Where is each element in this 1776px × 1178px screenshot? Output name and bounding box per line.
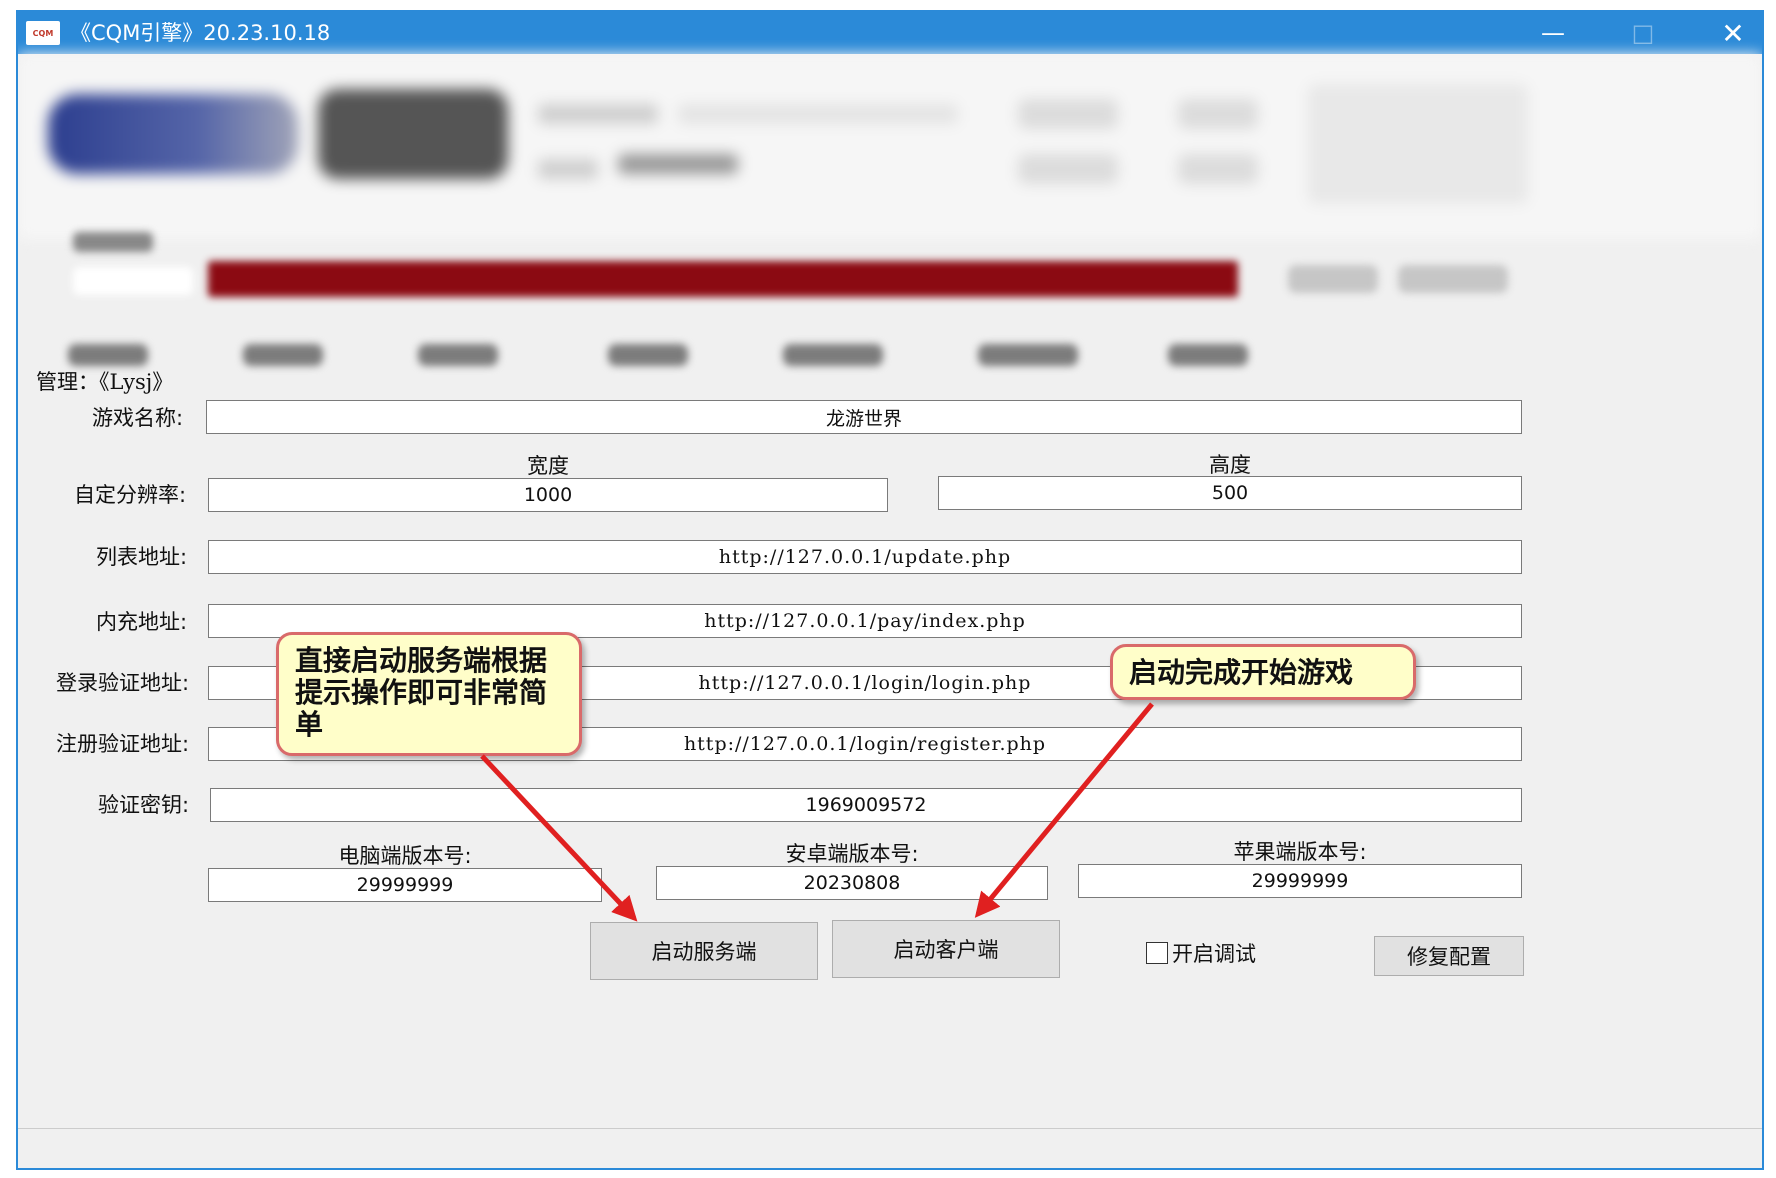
list-url-field[interactable]: http://127.0.0.1/update.php [208,540,1522,574]
debug-toggle[interactable]: 开启调试 [1146,938,1256,968]
game-name-label: 游戏名称: [92,406,184,430]
login-url-label: 登录验证地址: [56,671,190,695]
blurred-tab [68,344,148,366]
blurred-button [1398,265,1508,293]
game-name-field[interactable]: 龙游世界 [206,400,1522,434]
ios-version-field[interactable]: 29999999 [1078,864,1522,898]
blurred-button [1178,154,1258,184]
blurred-tab [418,344,498,366]
blurred-text [538,159,598,179]
ios-version-label: 苹果端版本号: [1233,840,1367,864]
start-server-button[interactable]: 启动服务端 [590,922,818,980]
blurred-field [618,154,738,174]
verify-key-label: 验证密钥: [98,793,190,817]
manager-label: 管理：《Lysj》 [36,370,174,394]
blurred-tab [978,344,1078,366]
app-icon: CQM [26,21,60,45]
blurred-progress-row [18,227,1762,337]
blurred-logo [48,94,298,174]
callout-start-game: 启动完成开始游戏 [1110,644,1416,700]
pc-version-field[interactable]: 29999999 [208,868,602,902]
blurred-button [1018,154,1118,184]
blurred-tab [608,344,688,366]
status-bar [18,1128,1762,1168]
verify-key-field[interactable]: 1969009572 [210,788,1522,822]
blurred-tab [243,344,323,366]
blurred-tab [783,344,883,366]
android-version-field[interactable]: 20230808 [656,866,1048,900]
register-url-label: 注册验证地址: [56,732,190,756]
app-window: CQM 《CQM引擎》20.23.10.18 — □ ✕ 管理：《Lysj》 游… [16,10,1764,1170]
pay-url-label: 内充地址: [96,610,188,634]
blurred-header [18,54,1762,239]
progress-bar-red [208,261,1238,297]
debug-checkbox[interactable] [1146,942,1168,964]
width-field[interactable]: 1000 [208,478,888,512]
height-header: 高度 [1209,453,1251,477]
repair-config-button[interactable]: 修复配置 [1374,936,1524,976]
pc-version-label: 电脑端版本号: [338,844,472,868]
blurred-text [538,104,658,124]
debug-label: 开启调试 [1172,942,1256,966]
blurred-tab-bar [18,332,1762,378]
blurred-button [1288,265,1378,293]
blurred-field [678,104,958,124]
title-bar[interactable]: CQM 《CQM引擎》20.23.10.18 — □ ✕ [18,12,1762,54]
blurred-input [73,267,193,295]
list-url-label: 列表地址: [96,545,188,569]
blurred-panel [1308,84,1528,204]
height-field[interactable]: 500 [938,476,1522,510]
blurred-button [1178,99,1258,129]
width-header: 宽度 [527,454,569,478]
blurred-tab [1168,344,1248,366]
maximize-icon[interactable]: □ [1608,12,1678,54]
resolution-label: 自定分辨率: [74,483,187,507]
minimize-icon[interactable]: — [1518,12,1588,54]
start-client-button[interactable]: 启动客户端 [832,920,1060,978]
close-icon[interactable]: ✕ [1698,12,1762,54]
android-version-label: 安卓端版本号: [785,842,919,866]
blurred-label [73,232,153,252]
window-title: 《CQM引擎》20.23.10.18 [70,21,331,45]
blurred-button [1018,99,1118,129]
callout-start-server: 直接启动服务端根据提示操作即可非常简单 [276,632,582,756]
blurred-logo-text [318,89,508,179]
